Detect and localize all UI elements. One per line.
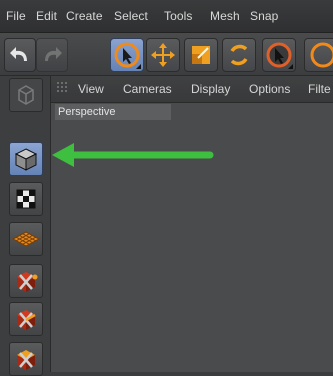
viewport-menu-display[interactable]: Display: [191, 82, 230, 96]
viewport-menu-bar: View Cameras Display Options Filte: [51, 76, 333, 103]
make-editable-button[interactable]: [9, 78, 43, 112]
points-mode-icon: [17, 272, 38, 292]
mode-palette: [0, 76, 51, 376]
menu-tools[interactable]: Tools: [164, 9, 193, 23]
main-toolbar: [0, 33, 333, 76]
panel-grip-icon[interactable]: [57, 82, 71, 96]
edges-mode-button[interactable]: [9, 302, 43, 336]
menu-bar: File Edit Create Select Tools Mesh Snap: [0, 0, 333, 33]
texture-mode-icon: [16, 189, 36, 209]
polygons-mode-button[interactable]: [9, 342, 43, 376]
model-mode-cube-icon: [14, 148, 38, 171]
move-button[interactable]: [146, 38, 180, 72]
undo-button[interactable]: [4, 38, 36, 72]
menu-snap[interactable]: Snap: [250, 9, 278, 23]
workplane-mode-button[interactable]: [9, 222, 43, 256]
scale-button[interactable]: [184, 38, 218, 72]
menu-mesh[interactable]: Mesh: [210, 9, 240, 23]
viewport-menu-filter[interactable]: Filte: [308, 82, 331, 96]
menu-create[interactable]: Create: [66, 9, 103, 23]
redo-button[interactable]: [36, 38, 68, 72]
make-editable-icon: [18, 85, 34, 105]
rotate-button[interactable]: [222, 38, 256, 72]
live-selection-button[interactable]: [110, 38, 144, 72]
texture-mode-button[interactable]: [9, 182, 43, 216]
model-mode-button[interactable]: [9, 142, 43, 176]
viewport-camera-label: Perspective: [58, 106, 116, 118]
points-mode-button[interactable]: [9, 264, 43, 298]
viewport-menu-cameras[interactable]: Cameras: [123, 82, 172, 96]
viewport-menu-view[interactable]: View: [78, 82, 104, 96]
rotate-icon: [230, 44, 248, 66]
selection-tool-button[interactable]: [262, 38, 296, 72]
undo-icon: [10, 47, 27, 61]
workplane-mode-icon: [11, 231, 41, 247]
scale-icon: [192, 46, 210, 64]
move-icon: [151, 43, 175, 67]
viewport-menu-options[interactable]: Options: [249, 82, 290, 96]
polygons-mode-icon: [17, 350, 35, 370]
tool-icon: [310, 42, 333, 68]
menu-select[interactable]: Select: [114, 9, 148, 23]
menu-edit[interactable]: Edit: [36, 9, 57, 23]
annotation-arrow-icon: [52, 143, 214, 167]
edges-mode-icon: [17, 310, 36, 330]
redo-icon: [45, 47, 62, 61]
menu-file[interactable]: File: [6, 9, 26, 23]
tool-button[interactable]: [304, 38, 333, 72]
